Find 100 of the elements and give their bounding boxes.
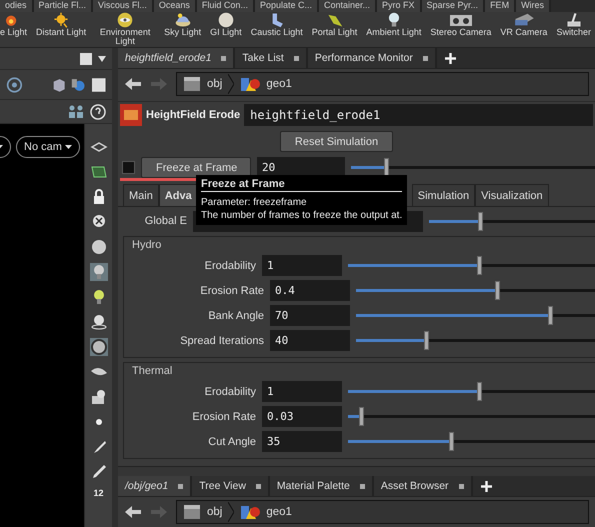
slider-thumb[interactable]: [358, 407, 364, 426]
close-icon[interactable]: [360, 484, 365, 488]
group-title: Hydro: [132, 239, 162, 251]
clapboard-icon[interactable]: [183, 76, 201, 92]
help-icon[interactable]: [90, 104, 106, 120]
pane-tab[interactable]: Asset Browser: [374, 476, 473, 496]
shelf-tool-label[interactable]: Distant Light: [36, 28, 86, 37]
path-bar[interactable]: obj geo1: [176, 500, 589, 524]
param-label: Spread Iterations: [179, 334, 264, 346]
pane-tab[interactable]: Material Palette: [270, 476, 374, 496]
node-icon[interactable]: [120, 104, 142, 126]
shelf-tool-label[interactable]: Portal Light: [312, 28, 358, 37]
param-label: Erosion Rate: [199, 284, 264, 296]
shelf-tool-label[interactable]: Caustic Light: [250, 28, 303, 37]
caret-icon: [64, 145, 72, 149]
shelf-tool-label[interactable]: Sky Light: [164, 28, 202, 37]
tooltip-text: The number of frames to freeze the output at.: [201, 209, 402, 222]
parameter-tab[interactable]: Visualization: [475, 184, 549, 206]
param-field[interactable]: 1: [262, 255, 342, 276]
param-field[interactable]: 40: [270, 330, 350, 351]
camera-menu[interactable]: No cam: [16, 136, 80, 158]
chevron-icon: [228, 74, 234, 94]
points-badge[interactable]: 12: [93, 488, 104, 498]
shelf-tool-label[interactable]: VR Camera: [500, 28, 548, 37]
caret-icon[interactable]: [98, 56, 106, 62]
parameter-tab[interactable]: Simulation: [412, 184, 476, 206]
param-field[interactable]: 1: [262, 381, 342, 402]
shelf-tool-label[interactable]: Environment Light: [95, 28, 156, 46]
pane-tab[interactable]: Performance Monitor: [308, 48, 437, 68]
tooltip-text: Parameter: freezeframe: [201, 196, 308, 209]
path-bar[interactable]: obj geo1: [176, 72, 589, 96]
slider-thumb[interactable]: [478, 212, 483, 230]
param-field[interactable]: 0.4: [270, 280, 350, 301]
shelf-tab[interactable]: FEM: [485, 0, 516, 12]
shelf-tab[interactable]: Particle Fl...: [34, 0, 94, 12]
sphere-icon[interactable]: [90, 238, 108, 256]
target-icon[interactable]: [6, 74, 23, 94]
freeze-button[interactable]: Freeze at Frame: [141, 157, 251, 178]
shelf-tab[interactable]: Populate C...: [254, 0, 319, 12]
param-field[interactable]: 0.03: [262, 406, 342, 427]
slider-thumb[interactable]: [476, 382, 482, 401]
shelf-tool-label[interactable]: Ambient Light: [366, 28, 422, 37]
chevron-icon: [228, 502, 234, 522]
param-field[interactable]: 35: [262, 431, 342, 452]
group-title: Thermal: [132, 365, 174, 377]
param-label: Erodability: [204, 260, 256, 272]
shelf-tab[interactable]: Viscous Fl...: [93, 0, 154, 12]
shelf-tool-label[interactable]: Switcher: [556, 28, 591, 37]
shelf-tool-label[interactable]: GI Light: [210, 28, 242, 37]
shapes-icon[interactable]: [240, 76, 260, 92]
slider-thumb[interactable]: [448, 432, 454, 451]
close-icon[interactable]: [221, 56, 226, 60]
add-icon[interactable]: [480, 480, 492, 492]
ball-icon[interactable]: [90, 338, 108, 356]
slider-thumb[interactable]: [476, 256, 482, 275]
shelf-tool-label[interactable]: e Light: [0, 28, 28, 37]
path-crumb[interactable]: geo1: [266, 506, 292, 518]
node-type-label: HeightField Erode: [146, 108, 240, 120]
shelf-tab[interactable]: Container...: [318, 0, 378, 12]
reset-simulation-button[interactable]: Reset Simulation: [280, 131, 394, 152]
shapes-icon[interactable]: [240, 504, 260, 520]
shelf-tab[interactable]: Wires: [516, 0, 552, 12]
path-crumb[interactable]: obj: [207, 78, 222, 90]
node-name-field[interactable]: heightfield_erode1: [244, 104, 593, 126]
pane-tab[interactable]: heightfield_erode1: [118, 48, 236, 68]
parameter-tab[interactable]: Main: [123, 184, 159, 206]
clapboard-icon[interactable]: [183, 504, 201, 520]
shelf-tab[interactable]: Oceans: [154, 0, 197, 12]
back-arrow-icon[interactable]: [124, 505, 142, 519]
pane-tab[interactable]: Take List: [235, 48, 308, 68]
slider-thumb[interactable]: [424, 331, 430, 350]
param-field[interactable]: 70: [270, 305, 350, 326]
shelf-tab[interactable]: Pyro FX: [377, 0, 422, 12]
square-icon[interactable]: [80, 52, 92, 64]
freeze-checkbox[interactable]: [122, 161, 135, 174]
close-icon[interactable]: [294, 56, 299, 60]
tooltip-title: Freeze at Frame: [201, 178, 402, 192]
square-icon[interactable]: [92, 76, 106, 92]
param-label: Global E: [144, 215, 187, 227]
close-icon[interactable]: [256, 484, 261, 488]
path-crumb[interactable]: obj: [207, 506, 222, 518]
shelf-tool-label[interactable]: Stereo Camera: [430, 28, 492, 37]
users-icon[interactable]: [68, 104, 84, 120]
back-arrow-icon[interactable]: [124, 77, 142, 91]
param-label: Cut Angle: [207, 436, 256, 448]
shelf-tab[interactable]: odies: [0, 0, 34, 12]
param-label: Bank Angle: [207, 310, 264, 322]
pane-tab[interactable]: /obj/geo1: [118, 476, 192, 496]
add-icon[interactable]: [444, 52, 456, 64]
parameter-tab[interactable]: Adva: [158, 184, 198, 206]
pane-tab[interactable]: Tree View: [192, 476, 270, 496]
close-icon[interactable]: [422, 56, 428, 60]
close-icon[interactable]: [458, 484, 464, 488]
slider-thumb[interactable]: [548, 306, 554, 325]
shelf-tab[interactable]: Fluid Con...: [196, 0, 255, 12]
param-label: Erosion Rate: [191, 410, 256, 422]
shelf-tab[interactable]: Sparse Pyr...: [422, 0, 486, 12]
path-crumb[interactable]: geo1: [266, 78, 292, 90]
slider-thumb[interactable]: [494, 281, 500, 300]
close-icon[interactable]: [178, 484, 184, 488]
